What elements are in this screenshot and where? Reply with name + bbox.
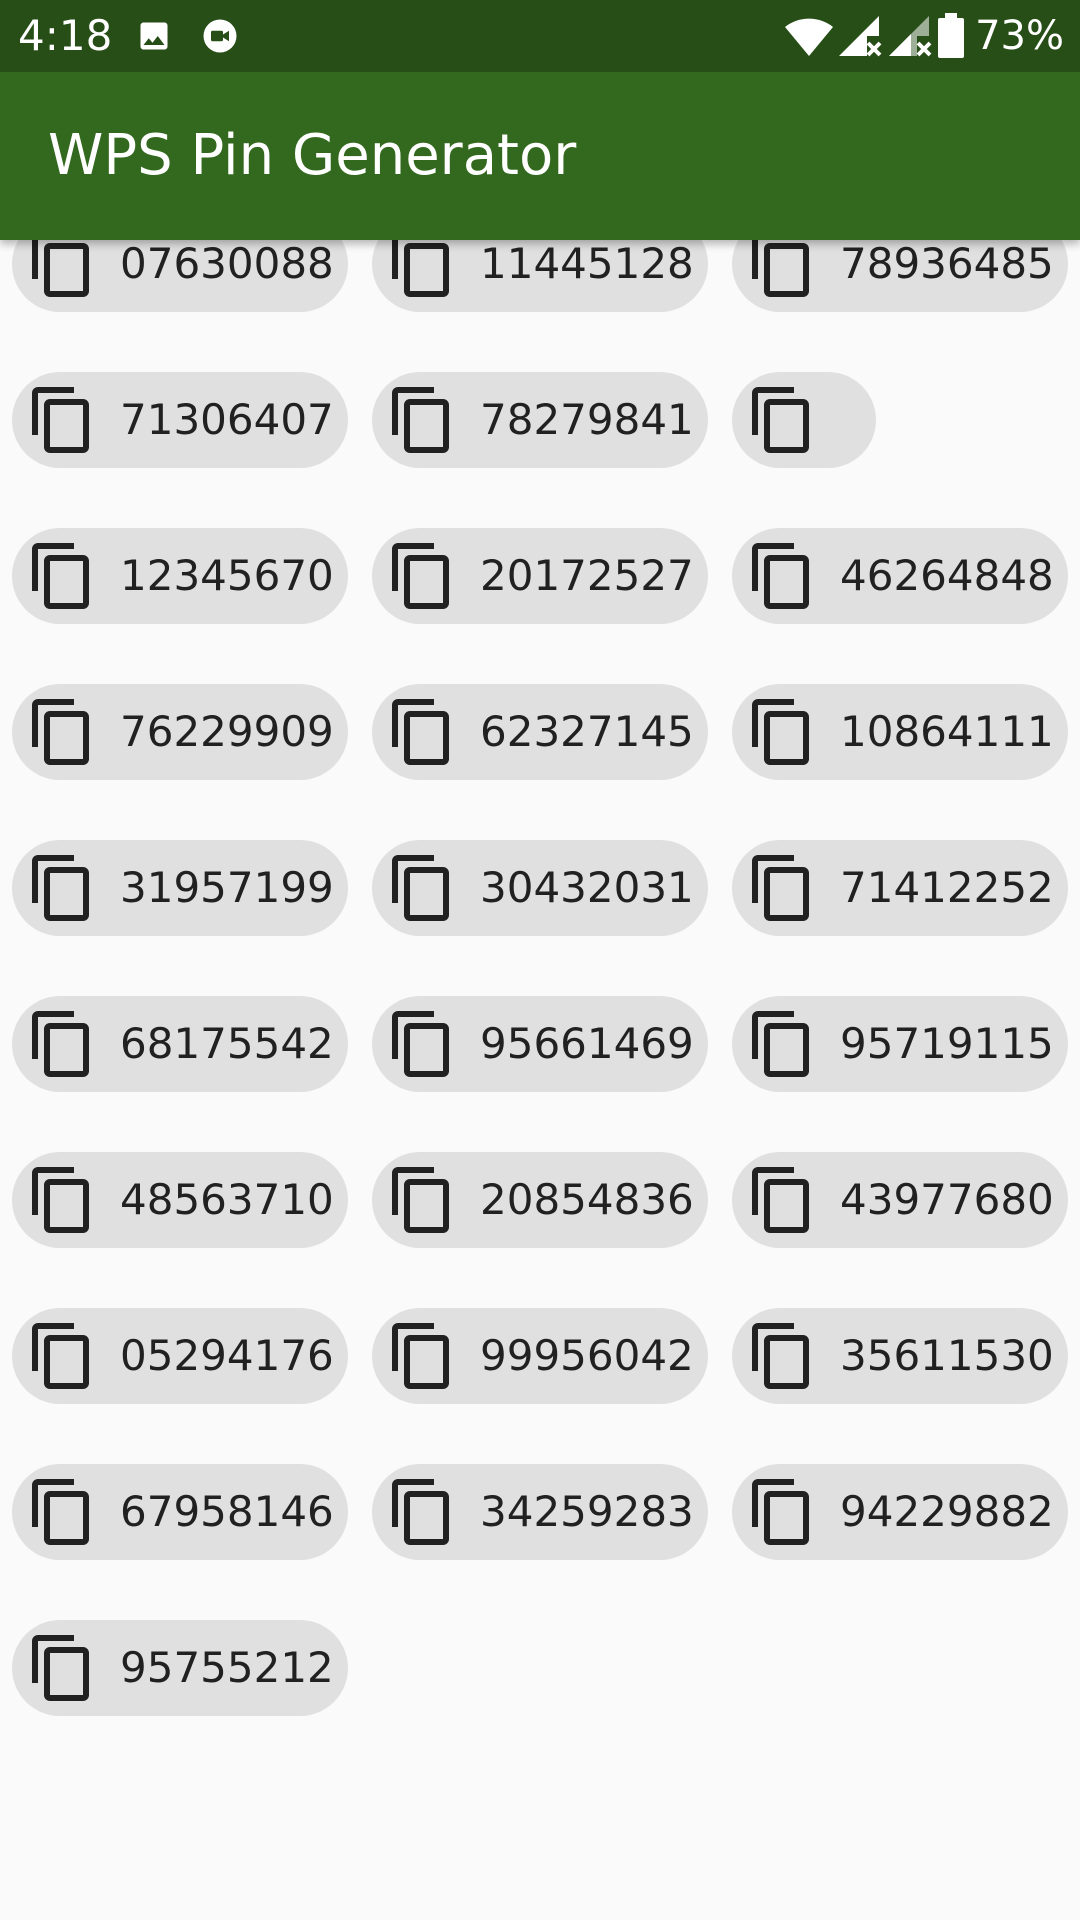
pin-value: 10864111 — [840, 707, 1054, 756]
copy-icon — [32, 1479, 89, 1545]
status-bar: 4:18 73% — [0, 0, 1080, 72]
pin-chip[interactable]: 30432031 — [372, 840, 708, 936]
pin-chip[interactable]: 78279841 — [372, 372, 708, 468]
pin-chip[interactable]: 20854836 — [372, 1152, 708, 1248]
pin-chip[interactable]: 62327145 — [372, 684, 708, 780]
pin-chip[interactable]: 20172527 — [372, 528, 708, 624]
pin-chip[interactable]: 76229909 — [12, 684, 348, 780]
pin-row: 31957199 30432031 71412252 — [12, 840, 1068, 936]
pin-chip-empty[interactable] — [732, 372, 876, 468]
battery-percentage: 73% — [975, 13, 1064, 59]
copy-icon — [752, 1323, 809, 1389]
pin-value: 95755212 — [120, 1643, 334, 1692]
pin-chip[interactable]: 43977680 — [732, 1152, 1068, 1248]
pin-value: 62327145 — [480, 707, 694, 756]
pin-chip[interactable]: 95755212 — [12, 1620, 348, 1716]
pin-row: 05294176 99956042 35611530 — [12, 1308, 1068, 1404]
copy-icon — [32, 1011, 89, 1077]
pin-row: 48563710 20854836 43977680 — [12, 1152, 1068, 1248]
image-icon — [140, 22, 168, 50]
pin-chip[interactable]: 71306407 — [12, 372, 348, 468]
wifi-icon — [785, 18, 834, 57]
pin-value: 78279841 — [480, 395, 694, 444]
pin-row: 12345670 20172527 46264848 — [12, 528, 1068, 624]
signal-no-data-icon — [839, 16, 882, 57]
pin-row: 71306407 78279841 — [12, 372, 1068, 468]
copy-icon — [752, 1011, 809, 1077]
pin-chip[interactable]: 05294176 — [12, 1308, 348, 1404]
copy-icon — [32, 543, 89, 609]
copy-icon — [752, 1167, 809, 1233]
copy-icon — [392, 699, 449, 765]
app-bar: WPS Pin Generator — [0, 72, 1080, 240]
pin-chip[interactable]: 68175542 — [12, 996, 348, 1092]
pin-value: 46264848 — [840, 551, 1054, 600]
pin-value: 12345670 — [120, 551, 334, 600]
pin-chip[interactable]: 99956042 — [372, 1308, 708, 1404]
signal-no-data-icon — [889, 16, 932, 57]
copy-icon — [32, 1635, 89, 1701]
battery-icon — [938, 13, 965, 58]
copy-icon — [392, 1479, 449, 1545]
copy-icon — [392, 543, 449, 609]
pin-value: 20172527 — [480, 551, 694, 600]
copy-icon — [392, 1011, 449, 1077]
copy-icon — [32, 699, 89, 765]
pin-chip[interactable]: 46264848 — [732, 528, 1068, 624]
pin-chip[interactable]: 31957199 — [12, 840, 348, 936]
pin-chip[interactable]: 94229882 — [732, 1464, 1068, 1560]
pin-row: 95755212 — [12, 1620, 1068, 1716]
pin-value: 34259283 — [480, 1487, 694, 1536]
status-time: 4:18 — [18, 11, 113, 60]
pin-value: 99956042 — [480, 1331, 694, 1380]
pin-row: 76229909 62327145 10864111 — [12, 684, 1068, 780]
copy-icon — [392, 387, 449, 453]
pin-row: 68175542 95661469 95719115 — [12, 996, 1068, 1092]
pin-value: 43977680 — [840, 1175, 1054, 1224]
pin-value: 48563710 — [120, 1175, 334, 1224]
pin-chip[interactable]: 95661469 — [372, 996, 708, 1092]
pin-value: 30432031 — [480, 863, 694, 912]
copy-icon — [392, 1167, 449, 1233]
pin-value: 71412252 — [840, 863, 1054, 912]
copy-icon — [752, 1479, 809, 1545]
copy-icon — [32, 1167, 89, 1233]
app-title: WPS Pin Generator — [48, 123, 577, 188]
pin-list[interactable]: 07630088 11445128 78936485 71306407 78279841… — [0, 0, 1080, 1920]
copy-icon — [32, 387, 89, 453]
copy-icon — [392, 1323, 449, 1389]
pin-chip[interactable]: 71412252 — [732, 840, 1068, 936]
pin-value: 20854836 — [480, 1175, 694, 1224]
pin-value: 05294176 — [120, 1331, 334, 1380]
pin-value: 67958146 — [120, 1487, 334, 1536]
status-indicators: 73% — [785, 12, 1064, 60]
pin-value: 71306407 — [120, 395, 334, 444]
copy-icon — [752, 855, 809, 921]
pin-chip[interactable]: 48563710 — [12, 1152, 348, 1248]
pin-chip[interactable]: 12345670 — [12, 528, 348, 624]
pin-chip[interactable]: 95719115 — [732, 996, 1068, 1092]
copy-icon — [392, 855, 449, 921]
video-call-icon — [203, 19, 237, 53]
copy-icon — [752, 387, 809, 453]
copy-icon — [32, 1323, 89, 1389]
copy-icon — [32, 855, 89, 921]
pin-chip[interactable]: 35611530 — [732, 1308, 1068, 1404]
pin-value: 35611530 — [840, 1331, 1054, 1380]
pin-value: 95661469 — [480, 1019, 694, 1068]
copy-icon — [752, 543, 809, 609]
pin-chip[interactable]: 67958146 — [12, 1464, 348, 1560]
pin-row: 67958146 34259283 94229882 — [12, 1464, 1068, 1560]
pin-value: 68175542 — [120, 1019, 334, 1068]
pin-value: 76229909 — [120, 707, 334, 756]
pin-value: 95719115 — [840, 1019, 1054, 1068]
copy-icon — [752, 699, 809, 765]
pin-chip[interactable]: 10864111 — [732, 684, 1068, 780]
pin-value: 31957199 — [120, 863, 334, 912]
pin-value: 94229882 — [840, 1487, 1054, 1536]
pin-chip[interactable]: 34259283 — [372, 1464, 708, 1560]
